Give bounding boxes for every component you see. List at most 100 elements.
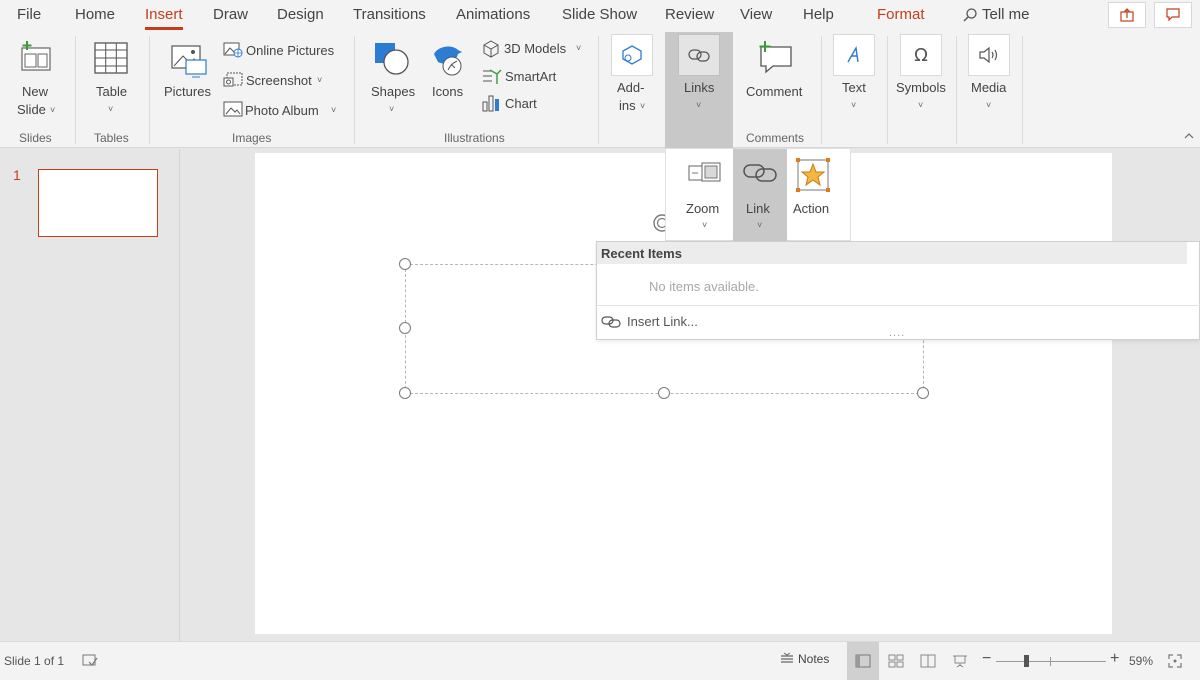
shapes-icon [375,43,409,75]
chart-label: Chart [505,96,537,111]
symbols-icon-box: Ω [900,34,942,76]
menu-bar: File Home Insert Draw Design Transitions… [0,0,1200,30]
tab-slide-show[interactable]: Slide Show [562,6,637,23]
link-label: Link [746,201,770,216]
share-button[interactable] [1108,2,1146,28]
add-ins-icon [622,45,642,65]
comment-icon [1166,8,1180,22]
online-pictures-icon [223,42,243,58]
omega-icon: Ω [914,44,928,66]
spellcheck-icon[interactable] [82,654,98,668]
slide-thumbnail[interactable] [38,169,158,237]
slide-sorter-icon [888,654,904,668]
links-icon-box [678,34,720,76]
tab-review[interactable]: Review [665,6,714,23]
resize-handle[interactable] [658,387,670,399]
media-label: Media [971,80,1007,95]
comments-button[interactable] [1154,2,1192,28]
photo-album-label: Photo Album [245,103,319,118]
tab-home[interactable]: Home [75,6,115,23]
slide-show-button[interactable] [944,642,976,680]
zoom-button[interactable]: Zoom ˅ [678,149,732,241]
link-button[interactable]: Link ˅ [733,149,787,241]
slide-thumbnails-pane: 1 [0,149,180,641]
group-label-comments: Comments [746,131,805,145]
divider [1022,36,1023,144]
link-icon [601,315,621,328]
collapse-ribbon-icon[interactable] [1184,132,1194,140]
icons-icon [434,46,462,76]
text-icon-box [833,34,875,76]
resize-handle[interactable] [399,387,411,399]
group-label-tables: Tables [94,131,129,145]
normal-view-button[interactable] [847,642,879,680]
tab-file[interactable]: File [17,6,41,23]
group-label-illustrations: Illustrations [444,131,505,145]
add-ins-label-2: ins [619,98,636,113]
tab-insert[interactable]: Insert [145,6,183,30]
slide-sorter-view-button[interactable] [880,642,912,680]
zoom-out-button[interactable]: − [982,650,991,668]
recent-items-header: Recent Items [597,242,1187,264]
tab-view[interactable]: View [740,6,772,23]
chevron-down-icon: ˅ [317,75,323,85]
share-icon [1120,8,1134,22]
notes-button[interactable]: Notes [780,652,829,666]
add-ins-label-1: Add- [617,80,645,95]
chevron-down-icon: ˅ [640,101,646,111]
add-ins-icon-box [611,34,653,76]
chevron-down-icon: ˅ [986,100,992,110]
zoom-slider-thumb[interactable] [1023,655,1029,667]
smartart-icon [483,69,502,84]
resize-handle[interactable] [399,258,411,270]
divider [956,36,957,144]
online-pictures-label: Online Pictures [246,43,335,58]
icons-label: Icons [432,84,464,99]
text-icon [847,45,859,63]
chevron-down-icon: ˅ [757,220,763,230]
divider [597,305,1200,306]
insert-link-menu-item[interactable]: Insert Link... [601,314,698,329]
resize-handle[interactable] [917,387,929,399]
tab-help[interactable]: Help [803,6,834,23]
chevron-down-icon: ˅ [108,104,114,114]
chevron-down-icon: ˅ [918,100,924,110]
chevron-down-icon: ˅ [389,104,395,114]
chevron-down-icon: ˅ [702,220,708,230]
zoom-icon [688,162,721,182]
table-label: Table [96,84,128,99]
resize-grip[interactable]: .... [889,327,905,339]
ribbon: New Slide ˅ Slides Table ˅ Tables Pictur… [0,30,1200,148]
search-icon [963,7,977,21]
insert-link-label: Insert Link... [627,314,698,329]
tell-me-search[interactable]: Tell me [962,6,1030,23]
smartart-label: SmartArt [505,69,557,84]
resize-handle[interactable] [399,322,411,334]
screenshot-icon [223,72,243,87]
divider [354,36,355,144]
link-icon [688,49,710,62]
zoom-slider-track[interactable] [996,661,1106,662]
divider [821,36,822,144]
tab-transitions[interactable]: Transitions [353,6,426,23]
action-button[interactable]: Action [787,149,841,241]
tab-design[interactable]: Design [277,6,324,23]
new-slide-icon [21,41,51,71]
zoom-percent[interactable]: 59% [1129,654,1153,668]
tab-draw[interactable]: Draw [213,6,248,23]
links-label: Links [684,80,715,95]
group-label-images: Images [232,131,272,145]
tab-animations[interactable]: Animations [456,6,530,23]
chevron-down-icon: ˅ [696,100,702,110]
recent-items-panel: Recent Items No items available. Insert … [596,241,1200,340]
action-label: Action [793,201,830,216]
fit-to-window-icon[interactable] [1168,654,1182,668]
chevron-down-icon: ˅ [331,105,337,115]
table-icon [94,42,128,74]
tab-format[interactable]: Format [877,6,925,23]
zoom-in-button[interactable]: + [1110,650,1119,668]
reading-view-button[interactable] [912,642,944,680]
3d-models-label: 3D Models [504,41,567,56]
zoom-label: Zoom [686,201,720,216]
chevron-down-icon: ˅ [851,100,857,110]
